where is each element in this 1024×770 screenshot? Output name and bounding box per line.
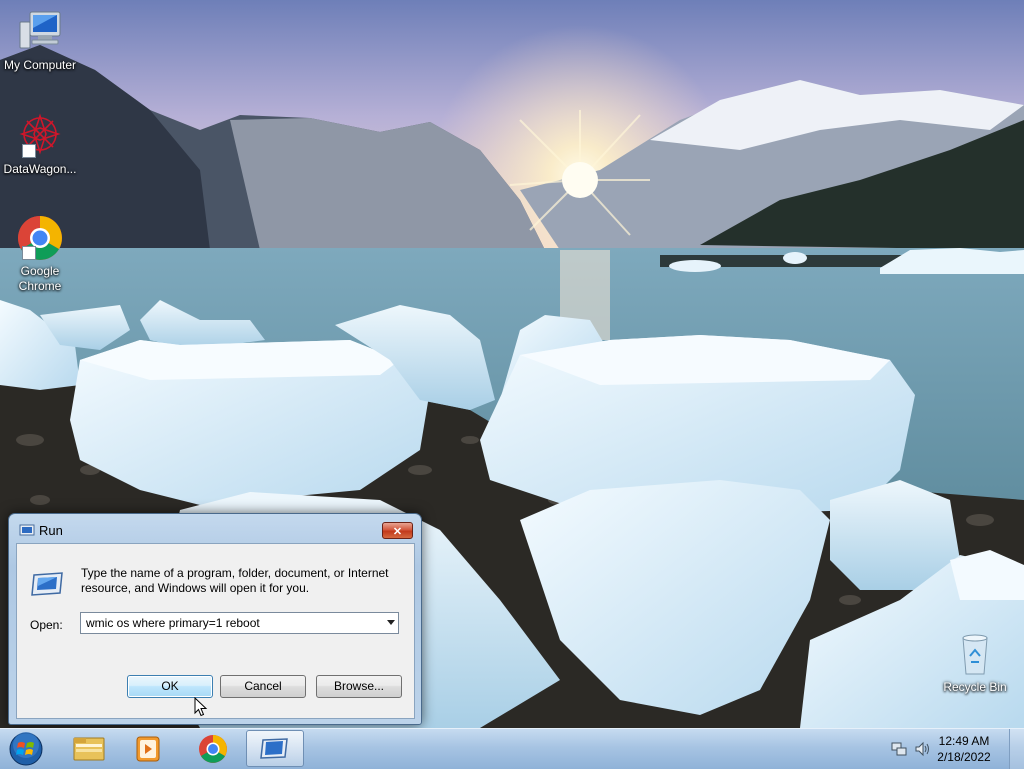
media-player-icon xyxy=(136,736,160,762)
dialog-button-bar: OK Cancel Browse... xyxy=(17,658,414,718)
run-app-icon xyxy=(260,738,288,759)
desktop-icon-recycle-bin[interactable]: Recycle Bin xyxy=(935,630,1015,695)
chrome-icon xyxy=(16,214,64,262)
taskbar-chrome-button[interactable] xyxy=(186,730,240,767)
windows-orb-icon xyxy=(9,732,43,766)
mouse-cursor-icon xyxy=(194,697,208,717)
run-app-icon xyxy=(31,572,63,596)
clock-date[interactable]: 2/18/2022 xyxy=(929,750,999,764)
browse-button[interactable]: Browse... xyxy=(316,675,402,698)
desktop-icon-google-chrome[interactable]: Google Chrome xyxy=(0,214,80,294)
cancel-button[interactable]: Cancel xyxy=(220,675,306,698)
desktop-icon-my-computer[interactable]: My Computer xyxy=(0,8,80,73)
system-tray: 12:49 AM 2/18/2022 xyxy=(887,729,1024,769)
start-button[interactable] xyxy=(6,731,46,767)
explorer-folder-icon xyxy=(73,737,105,761)
desktop-icon-label: Recycle Bin xyxy=(943,680,1007,694)
taskbar-media-player-button[interactable] xyxy=(122,730,176,767)
taskbar-explorer-button[interactable] xyxy=(62,730,116,767)
desktop-icon-label: My Computer xyxy=(3,58,77,72)
close-button[interactable]: ✕ xyxy=(382,522,413,539)
open-label: Open: xyxy=(30,618,63,632)
run-dialog: Run ✕ Type the name of a program, folder… xyxy=(8,513,422,725)
chevron-down-icon[interactable] xyxy=(387,620,395,625)
desktop-icon-label: Google Chrome xyxy=(18,264,62,293)
clock-time[interactable]: 12:49 AM xyxy=(929,734,999,748)
desktop-icon-label: DataWagon... xyxy=(3,162,77,176)
dialog-description: Type the name of a program, folder, docu… xyxy=(81,566,389,595)
taskbar: 12:49 AM 2/18/2022 xyxy=(0,728,1024,769)
show-desktop-button[interactable] xyxy=(1009,729,1024,769)
taskbar-run-button[interactable] xyxy=(246,730,304,767)
open-input[interactable] xyxy=(81,613,377,633)
recycle-bin-icon xyxy=(951,630,999,678)
network-icon[interactable] xyxy=(891,741,907,757)
shortcut-arrow-icon xyxy=(22,144,36,158)
computer-icon xyxy=(16,8,64,56)
dialog-body: Type the name of a program, folder, docu… xyxy=(16,543,415,719)
chrome-icon xyxy=(199,735,227,763)
shortcut-arrow-icon xyxy=(22,246,36,260)
datawagon-logo-icon xyxy=(16,112,64,160)
desktop-icon-datawagon[interactable]: DataWagon... xyxy=(0,112,80,177)
run-app-icon xyxy=(19,524,35,536)
open-combobox[interactable] xyxy=(80,612,399,634)
ok-button[interactable]: OK xyxy=(127,675,213,698)
dialog-title: Run xyxy=(39,523,63,538)
